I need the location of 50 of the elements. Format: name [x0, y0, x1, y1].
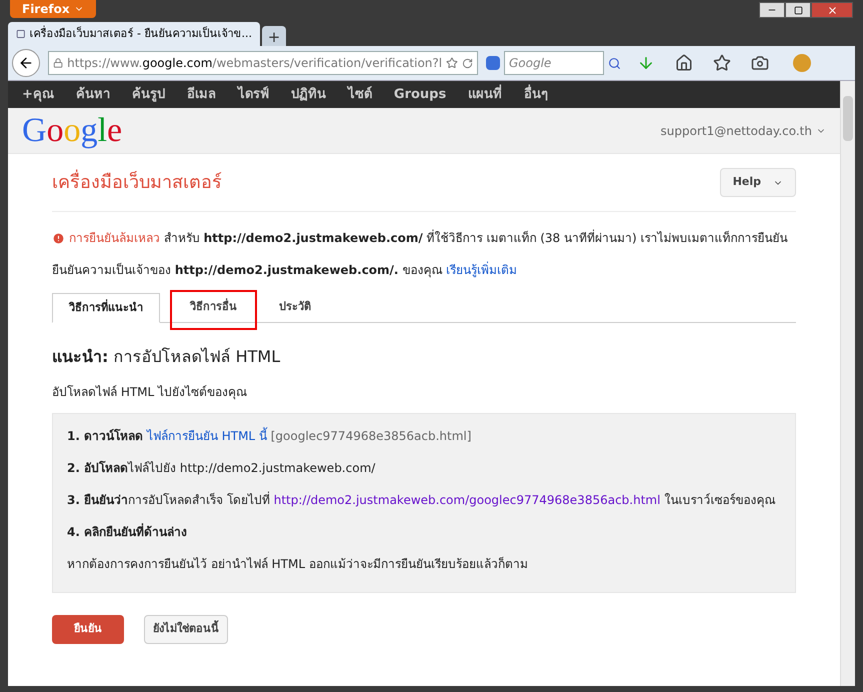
- google-bar-link[interactable]: ค้นรูป: [132, 84, 165, 104]
- address-bar[interactable]: https://www.google.com/webmasters/verification/verification?l: [48, 51, 478, 75]
- error-message: ยืนยันความเป็นเจ้าของ http://demo2.justmakeweb.com/. ของคุณ เรียนรู้เพิ่มเติม: [52, 261, 518, 279]
- page-title: เครื่องมือเว็บมาสเตอร์: [52, 169, 222, 196]
- search-field[interactable]: Google: [504, 51, 604, 75]
- minimize-button[interactable]: [759, 2, 785, 18]
- scrollbar[interactable]: [840, 81, 855, 686]
- instruction-step: 3. ยืนยันว่าการอัปโหลดสำเร็จ โดยไปที่ http://demo2.justmakeweb.com/googlec9774968e3856acb.html ในเบราว์เซอร์ของคุณ: [67, 491, 781, 509]
- camera-icon[interactable]: [751, 54, 769, 72]
- instruction-step: หากต้องการคงการยืนยันไว้ อย่านำไฟล์ HTML ออกแม้ว่าจะมีการยืนยันเรียบร้อยแล้วก็ตาม: [67, 555, 781, 573]
- error-message: การยืนยันล้มเหลว สำหรับ http://demo2.justmakeweb.com/ ที่ใช้วิธีการ เมตาแท็ก (38 นาทีที่ผ่านมา) เราไม่พบเมตาแท็กการยืนยัน: [69, 229, 788, 247]
- search-engine-icon[interactable]: [486, 56, 500, 70]
- method-tab[interactable]: วิธีการอื่น: [174, 292, 253, 322]
- not-now-button[interactable]: ยังไม่ใช่ตอนนี้: [144, 615, 228, 644]
- download-icon[interactable]: [637, 54, 655, 72]
- google-bar-link[interactable]: ไดรฟ์: [238, 84, 269, 104]
- lock-icon: [53, 57, 64, 69]
- close-icon: [826, 4, 838, 16]
- browser-tab[interactable]: เครื่องมือเว็บมาสเตอร์ - ยืนยันความเป็นเจ้าข...: [8, 22, 260, 46]
- back-button[interactable]: [12, 49, 40, 77]
- home-icon[interactable]: [675, 54, 693, 72]
- reload-icon[interactable]: [462, 56, 473, 70]
- google-bar-link[interactable]: Groups: [394, 84, 446, 104]
- instruction-step: 1. ดาวน์โหลด ไฟล์การยืนยัน HTML นี้ [googlec9774968e3856acb.html]: [67, 427, 781, 445]
- bookmark-icon[interactable]: [713, 54, 731, 72]
- method-description: อัปโหลดไฟล์ HTML ไปยังไซต์ของคุณ: [52, 384, 248, 401]
- new-tab-button[interactable]: +: [262, 26, 286, 46]
- google-bar-link[interactable]: แผนที่: [468, 84, 502, 104]
- google-bar-link[interactable]: +คุณ: [22, 84, 54, 104]
- method-tab[interactable]: วิธีการที่แนะนำ: [52, 293, 160, 323]
- instruction-step: 2. อัปโหลดไฟล์ไปยัง http://demo2.justmakeweb.com/: [67, 459, 781, 477]
- close-button[interactable]: [811, 2, 853, 18]
- google-logo[interactable]: Google: [22, 114, 122, 148]
- verify-button[interactable]: ยืนยัน: [52, 615, 124, 644]
- account-menu[interactable]: support1@nettoday.co.th: [660, 122, 826, 140]
- google-bar-link[interactable]: ไซต์: [348, 84, 372, 104]
- maximize-button[interactable]: [785, 2, 811, 18]
- help-button[interactable]: Help: [720, 168, 796, 197]
- method-tab[interactable]: ประวัติ: [263, 292, 327, 322]
- page-icon: [16, 28, 26, 40]
- google-bar-link[interactable]: อื่นๆ: [524, 84, 548, 104]
- maximize-icon: [794, 6, 802, 14]
- star-icon[interactable]: [446, 56, 458, 70]
- google-bar-link[interactable]: ค้นหา: [76, 84, 110, 104]
- search-icon[interactable]: [608, 56, 621, 70]
- google-bar-link[interactable]: ปฏิทิน: [290, 84, 326, 104]
- instruction-step: 4. คลิกยืนยันที่ด้านล่าง: [67, 523, 781, 541]
- method-heading: แนะนำ: การอัปโหลดไฟล์ HTML: [52, 346, 280, 368]
- error-icon: [52, 232, 65, 244]
- google-bar-link[interactable]: อีเมล: [186, 84, 216, 104]
